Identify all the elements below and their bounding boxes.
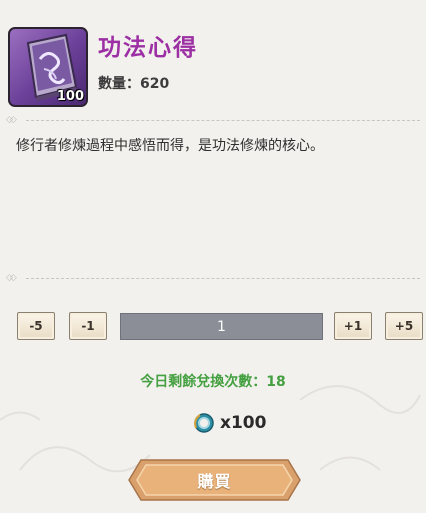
item-icon: 100	[8, 27, 88, 107]
item-count-row: 數量：620	[98, 73, 169, 93]
plus-1-button[interactable]: +1	[334, 312, 372, 340]
divider-top: ◇◇	[4, 115, 426, 125]
jade-coin-icon	[194, 413, 214, 433]
plus-5-button[interactable]: +5	[385, 312, 423, 340]
buy-button-label: 購買	[197, 472, 232, 491]
buy-button[interactable]: 購買	[127, 456, 302, 504]
remaining-exchanges-text: 今日剩餘兌換次數：18	[140, 374, 286, 390]
minus-5-button[interactable]: -5	[17, 312, 55, 340]
item-description: 修行者修煉過程中感悟而得，是功法修煉的核心。	[16, 138, 324, 154]
item-name: 功法心得	[98, 35, 198, 61]
quantity-field[interactable]: 1	[120, 313, 323, 340]
item-count-value: 620	[140, 76, 170, 92]
minus-1-button[interactable]: -1	[69, 312, 107, 340]
price-row: x100	[192, 412, 266, 434]
item-stack-count: 100	[56, 89, 84, 104]
divider-bottom: ◇◇	[4, 273, 426, 283]
price-amount: x100	[220, 413, 267, 433]
item-count-label: 數量：	[98, 76, 140, 92]
